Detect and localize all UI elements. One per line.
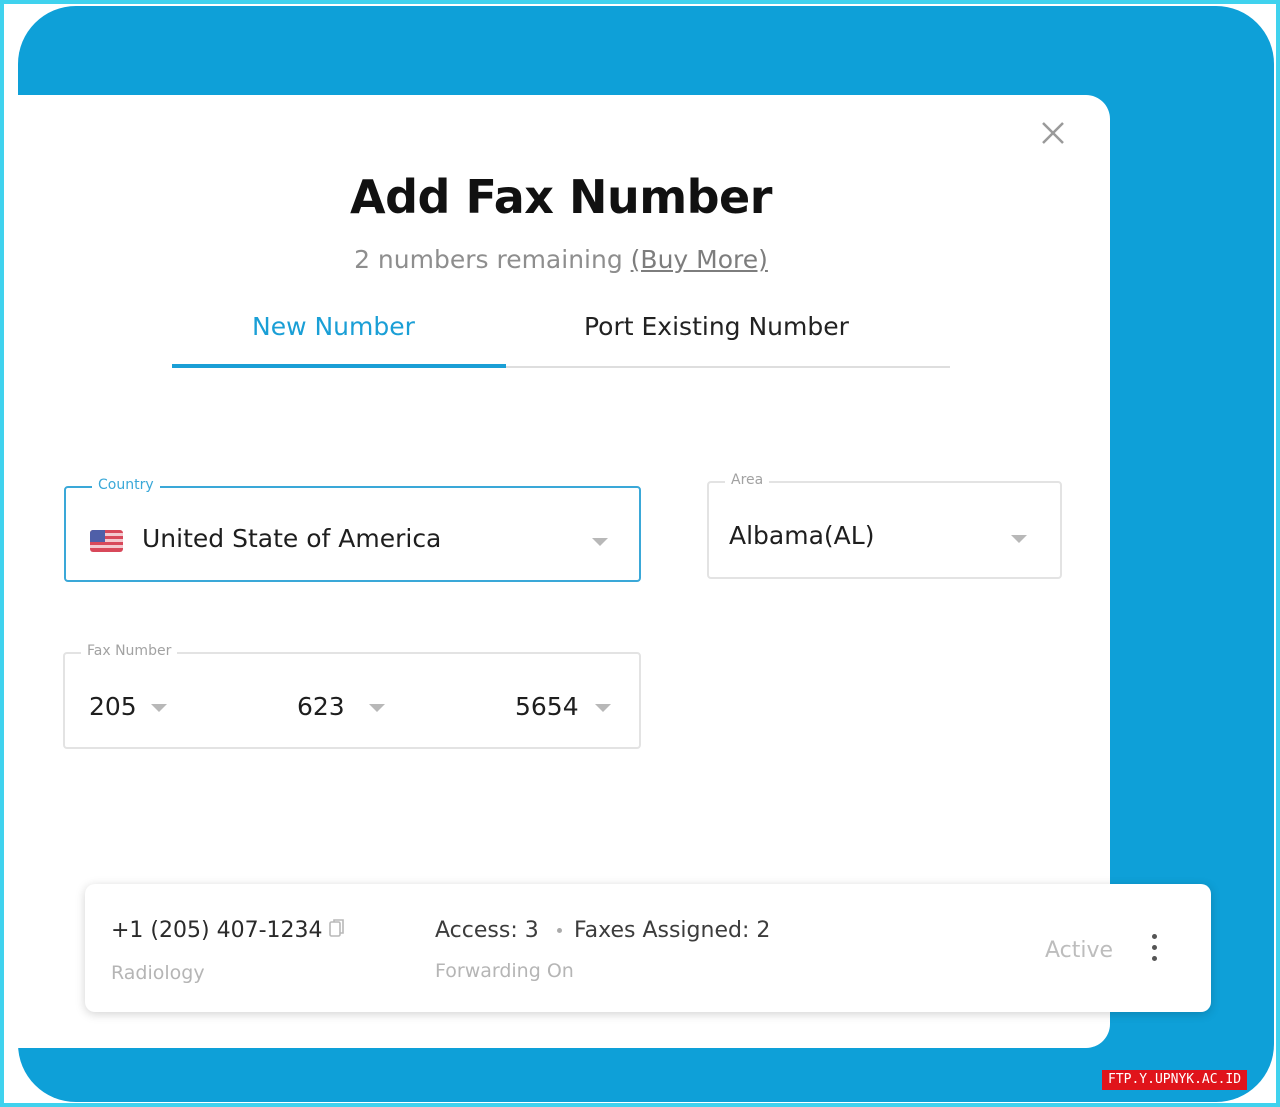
- copy-icon[interactable]: [329, 918, 345, 938]
- chevron-down-icon: [151, 704, 167, 712]
- fax-number-group: Fax Number 205 623 5654: [63, 643, 641, 749]
- fax-prefix-select[interactable]: 623: [297, 692, 345, 721]
- fax-line-select[interactable]: 5654: [515, 692, 579, 721]
- buy-more-link[interactable]: (Buy More): [631, 245, 768, 274]
- chevron-down-icon: [592, 538, 608, 546]
- chevron-down-icon: [1011, 535, 1027, 543]
- department-label: Radiology: [111, 962, 205, 984]
- fax-number-label: Fax Number: [81, 643, 178, 659]
- country-value: United State of America: [142, 524, 442, 553]
- forwarding-status: Forwarding On: [435, 960, 574, 982]
- fax-area-code-select[interactable]: 205: [89, 692, 137, 721]
- status-badge: Active: [1045, 938, 1114, 963]
- area-select[interactable]: Area Albama(AL): [707, 472, 1062, 579]
- remaining-text: 2 numbers remaining: [354, 245, 623, 274]
- area-value: Albama(AL): [729, 521, 875, 550]
- separator-dot: [557, 928, 562, 933]
- area-label: Area: [725, 472, 770, 488]
- chevron-down-icon: [369, 704, 385, 712]
- faxes-assigned: Faxes Assigned: 2: [574, 918, 771, 943]
- active-tab-indicator: [172, 364, 506, 368]
- watermark-badge: FTP.Y.UPNYK.AC.ID: [1102, 1070, 1248, 1090]
- tab-port-existing-number[interactable]: Port Existing Number: [584, 312, 849, 341]
- us-flag-icon: [90, 530, 123, 552]
- tab-new-number[interactable]: New Number: [252, 312, 415, 341]
- kebab-menu-icon[interactable]: [1147, 934, 1161, 966]
- fax-number-card[interactable]: +1 (205) 407-1234 Radiology Access: 3 Fa…: [85, 884, 1211, 1012]
- numbers-remaining: 2 numbers remaining (Buy More): [0, 245, 1122, 274]
- country-label: Country: [92, 477, 160, 493]
- access-count: Access: 3: [435, 918, 539, 943]
- country-select[interactable]: Country United State of America: [64, 477, 641, 582]
- modal-title: Add Fax Number: [350, 170, 772, 224]
- fax-phone-number: +1 (205) 407-1234: [111, 918, 323, 943]
- chevron-down-icon: [595, 704, 611, 712]
- close-icon[interactable]: [1038, 118, 1068, 148]
